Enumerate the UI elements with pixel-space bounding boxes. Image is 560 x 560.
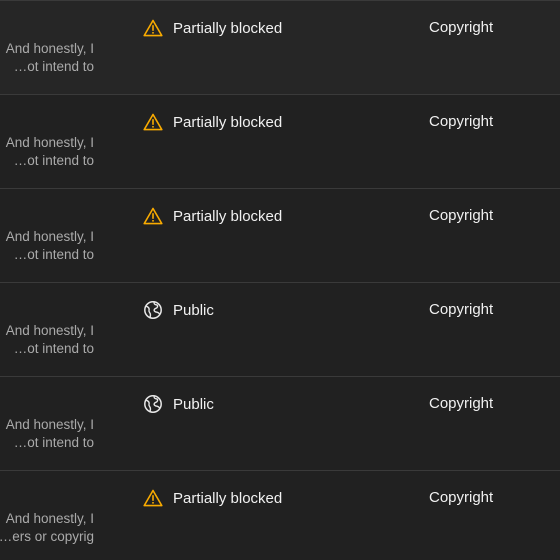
visibility-cell[interactable]: Partially blocked: [142, 487, 282, 509]
visibility-label: Partially blocked: [173, 113, 283, 131]
visibility-label: Public: [173, 301, 214, 319]
table-row[interactable]: And honestly, I ot intend to… Public Cop…: [0, 376, 560, 470]
video-description: And honestly, I ot intend to…: [0, 134, 94, 170]
video-description: And honestly, I ot intend to…: [0, 228, 94, 264]
description-line: ot intend to…: [13, 341, 94, 356]
content-table: And honestly, I ot intend to… Partially …: [0, 0, 560, 560]
restrictions-cell[interactable]: Copyright: [429, 487, 493, 509]
visibility-cell[interactable]: Public: [142, 393, 214, 415]
description-line: And honestly, I: [5, 511, 94, 526]
description-line: ot intend to…: [13, 247, 94, 262]
table-row[interactable]: And honestly, I ot intend to… Partially …: [0, 94, 560, 188]
restrictions-cell[interactable]: Copyright: [429, 17, 493, 39]
restrictions-cell[interactable]: Copyright: [429, 393, 493, 415]
video-description: And honestly, I ot intend to…: [0, 416, 94, 452]
video-description: And honestly, I ot intend to…: [0, 40, 94, 76]
description-line: And honestly, I: [5, 41, 94, 56]
visibility-cell[interactable]: Partially blocked: [142, 111, 282, 133]
restrictions-cell[interactable]: Copyright: [429, 111, 493, 133]
table-row[interactable]: And honestly, I ot intend to… Public Cop…: [0, 282, 560, 376]
warning-icon: [142, 111, 164, 133]
description-line: ot intend to…: [13, 435, 94, 450]
visibility-cell[interactable]: Public: [142, 299, 214, 321]
restrictions-cell[interactable]: Copyright: [429, 205, 493, 227]
warning-icon: [142, 17, 164, 39]
visibility-cell[interactable]: Partially blocked: [142, 17, 282, 39]
warning-icon: [142, 205, 164, 227]
description-line: ers or copyrig…: [0, 529, 94, 544]
description-line: And honestly, I: [5, 417, 94, 432]
description-line: And honestly, I: [5, 135, 94, 150]
table-row[interactable]: And honestly, I ot intend to… Partially …: [0, 0, 560, 94]
visibility-label: Partially blocked: [173, 489, 283, 507]
visibility-label: Partially blocked: [173, 207, 283, 225]
visibility-label: Partially blocked: [173, 19, 283, 37]
video-description: And honestly, I ot intend to…: [0, 322, 94, 358]
warning-icon: [142, 487, 164, 509]
table-row[interactable]: And honestly, I ers or copyrig… Partiall…: [0, 470, 560, 560]
description-line: ot intend to…: [13, 153, 94, 168]
visibility-label: Public: [173, 395, 214, 413]
description-line: ot intend to…: [13, 59, 94, 74]
table-row[interactable]: And honestly, I ot intend to… Partially …: [0, 188, 560, 282]
restrictions-cell[interactable]: Copyright: [429, 299, 493, 321]
description-line: And honestly, I: [5, 229, 94, 244]
description-line: And honestly, I: [5, 323, 94, 338]
video-description: And honestly, I ers or copyrig…: [0, 510, 94, 546]
visibility-cell[interactable]: Partially blocked: [142, 205, 282, 227]
globe-icon: [142, 299, 164, 321]
globe-icon: [142, 393, 164, 415]
